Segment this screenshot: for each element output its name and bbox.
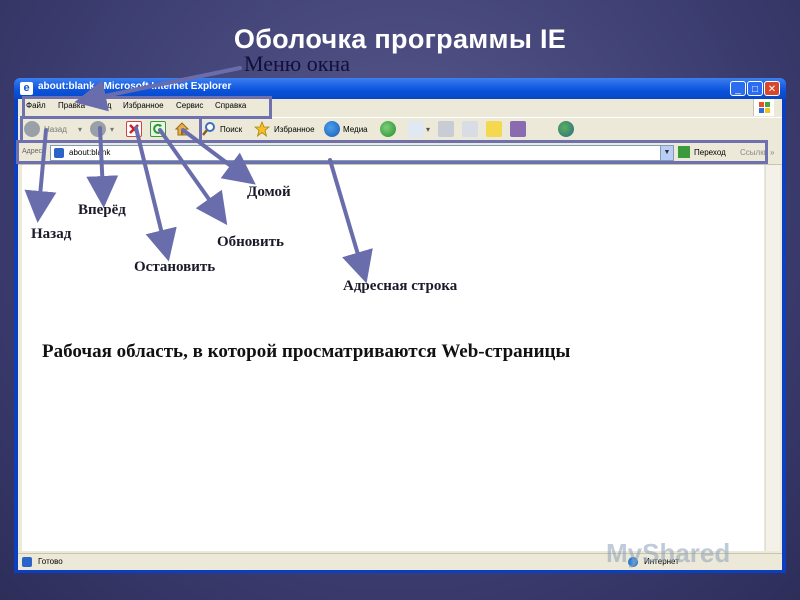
- annotation-home: Домой: [247, 184, 291, 200]
- annotation-refresh: Обновить: [217, 234, 284, 250]
- watermark: MyShared: [606, 538, 731, 568]
- annotation-back: Назад: [31, 226, 72, 242]
- annotation-arrows: [24, 66, 373, 284]
- annotation-stop: Остановить: [134, 259, 216, 275]
- annotation-forward: Вперёд: [78, 202, 126, 218]
- work-area-caption: Рабочая область, в которой просматривают…: [42, 341, 571, 362]
- annotation-address-bar: Адресная строка: [343, 278, 458, 294]
